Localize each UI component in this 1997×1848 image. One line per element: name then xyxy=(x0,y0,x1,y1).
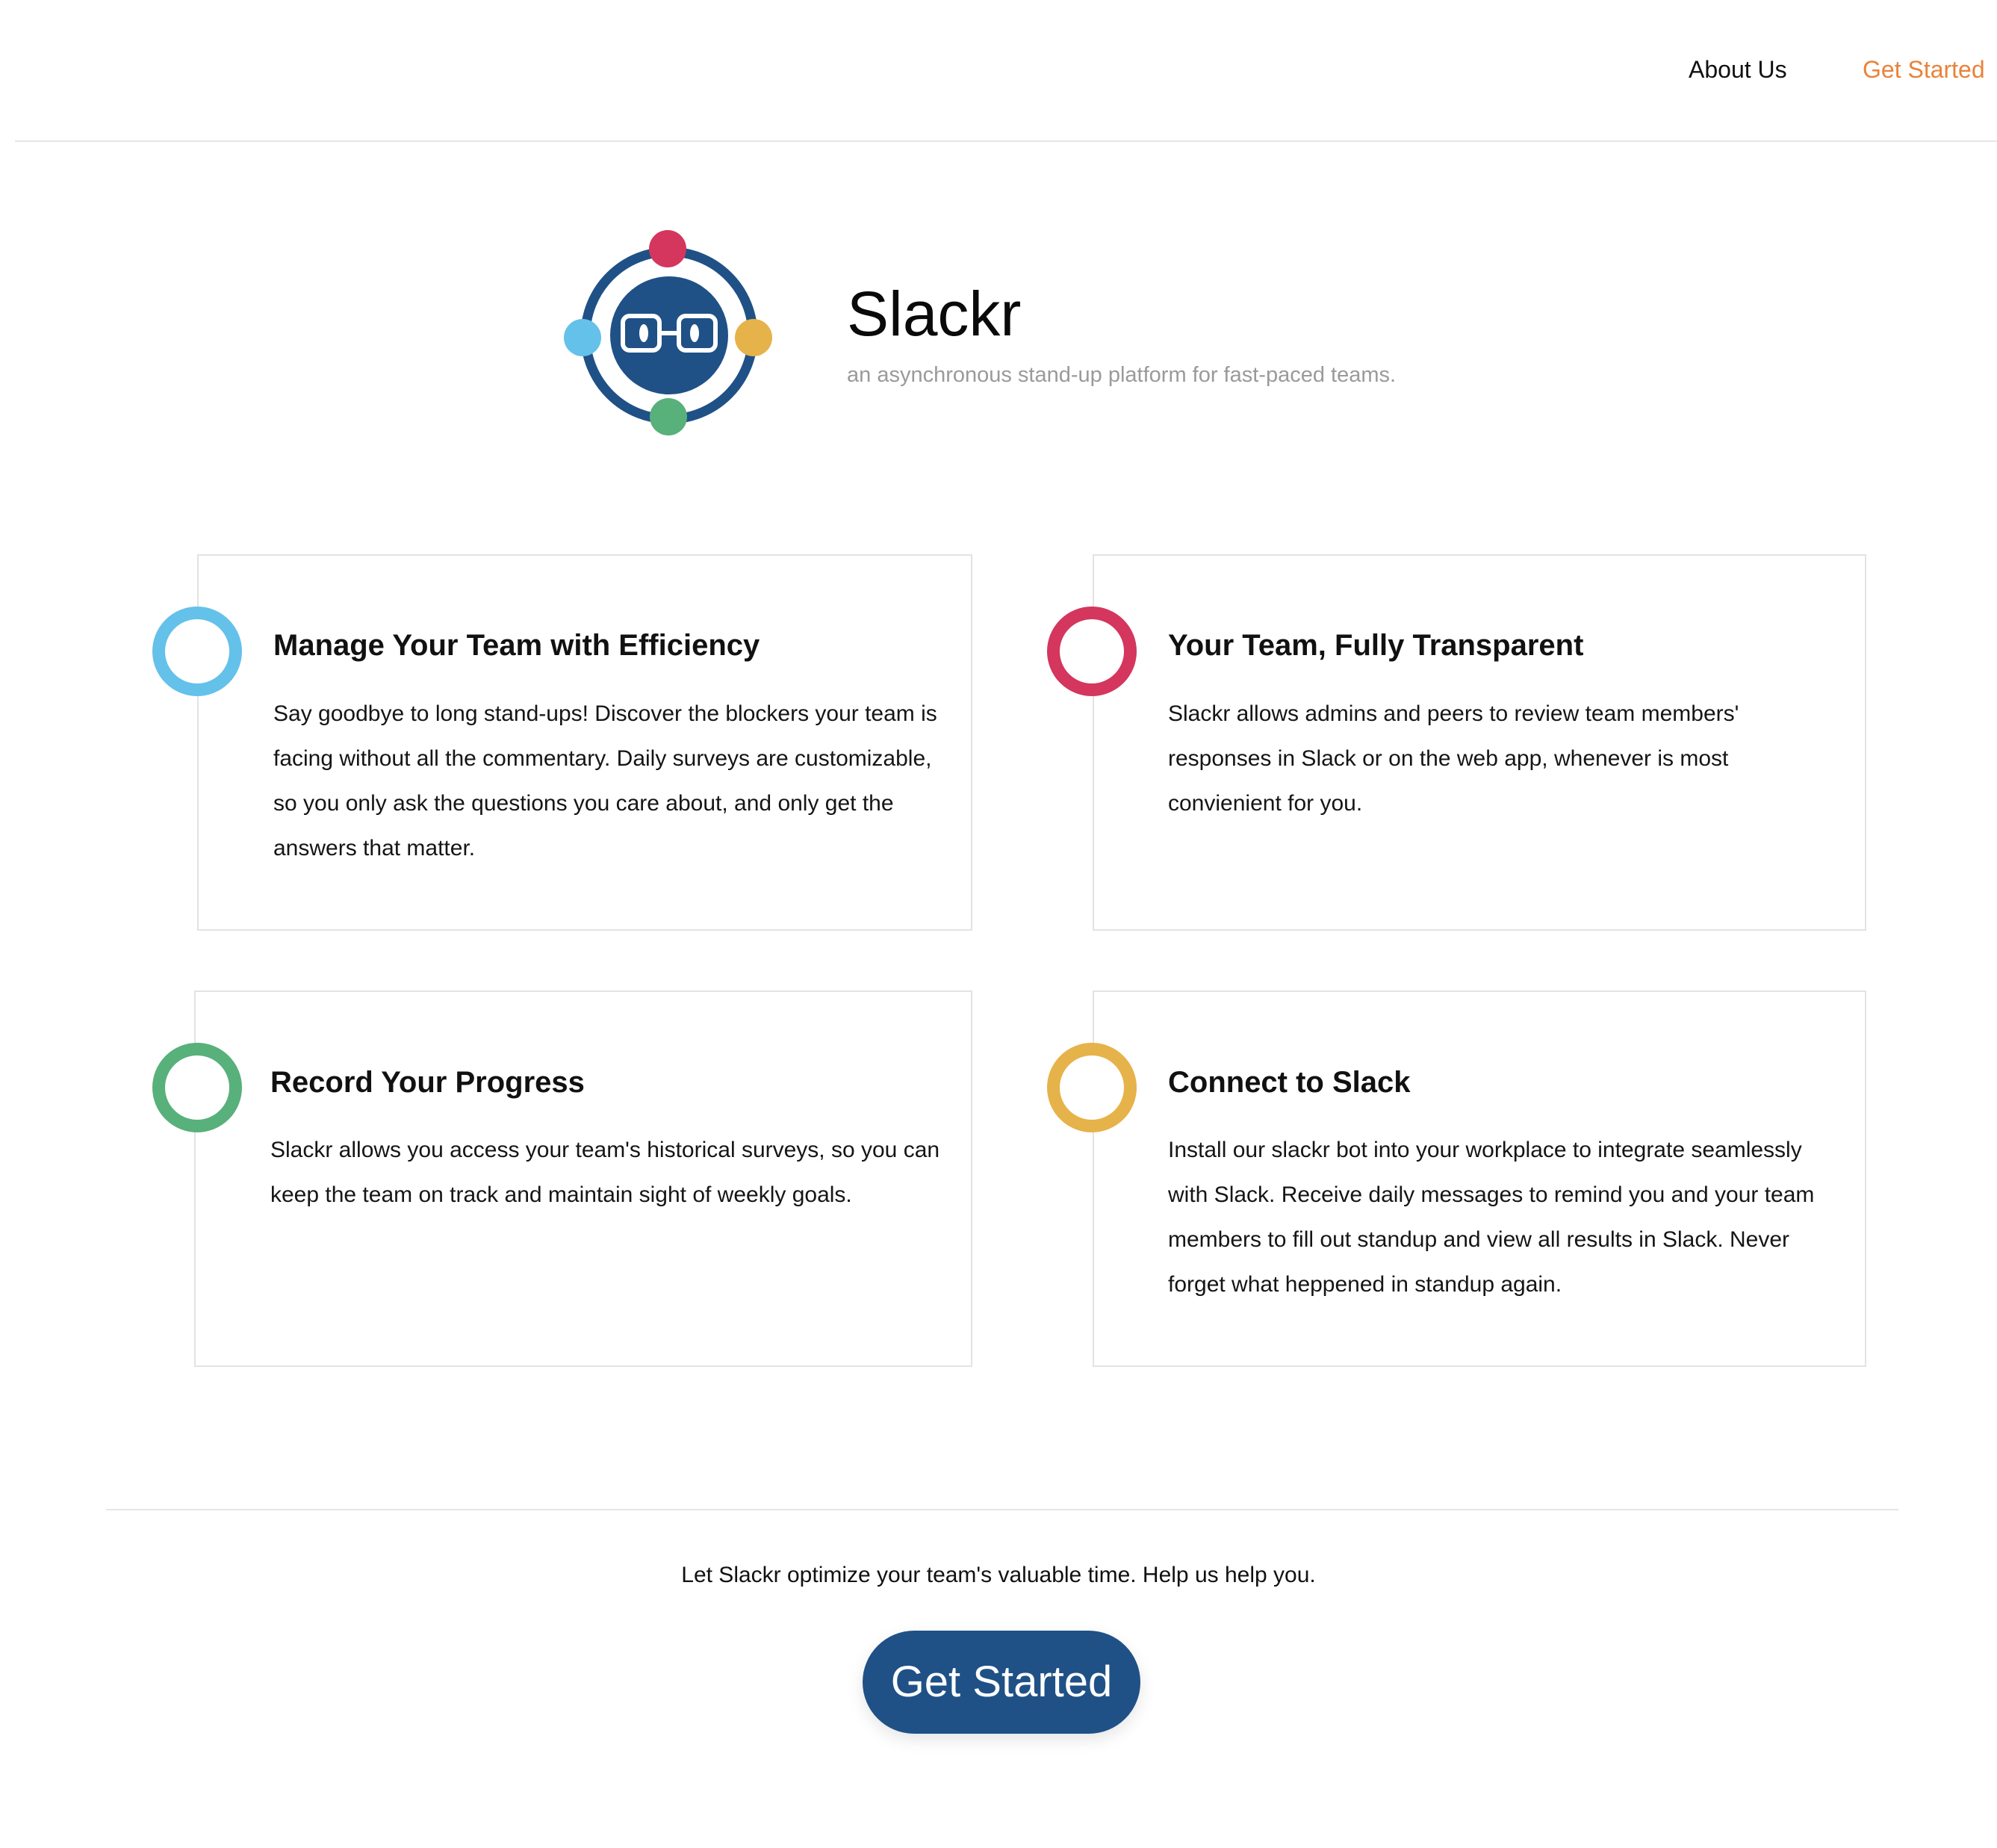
divider xyxy=(106,1509,1898,1510)
nav-link-get-started[interactable]: Get Started xyxy=(1863,54,1985,85)
green-ring-icon xyxy=(152,1043,242,1132)
footer-message: Let Slackr optimize your team's valuable… xyxy=(681,1563,1316,1587)
feature-title: Record Your Progress xyxy=(270,1066,585,1099)
page-title: Slackr xyxy=(847,279,1022,349)
feature-description: Install our slackr bot into your workpla… xyxy=(1168,1138,1815,1297)
top-navbar: About Us Get Started xyxy=(15,0,1997,142)
feature-description: Slackr allows you access your team's his… xyxy=(270,1138,940,1207)
get-started-button[interactable]: Get Started xyxy=(863,1631,1140,1734)
feature-description: Slackr allows admins and peers to review… xyxy=(1168,701,1739,816)
feature-title: Manage Your Team with Efficiency xyxy=(273,629,760,662)
nav-link-about-us[interactable]: About Us xyxy=(1689,54,1787,85)
red-ring-icon xyxy=(1047,607,1137,696)
tagline: an asynchronous stand-up platform for fa… xyxy=(847,363,1397,387)
feature-description: Say goodbye to long stand-ups! Discover … xyxy=(273,701,937,861)
blue-ring-icon xyxy=(152,607,242,696)
feature-title: Connect to Slack xyxy=(1168,1066,1411,1099)
feature-title: Your Team, Fully Transparent xyxy=(1168,629,1584,662)
yellow-ring-icon xyxy=(1047,1043,1137,1132)
glasses-logo-icon xyxy=(564,230,772,435)
